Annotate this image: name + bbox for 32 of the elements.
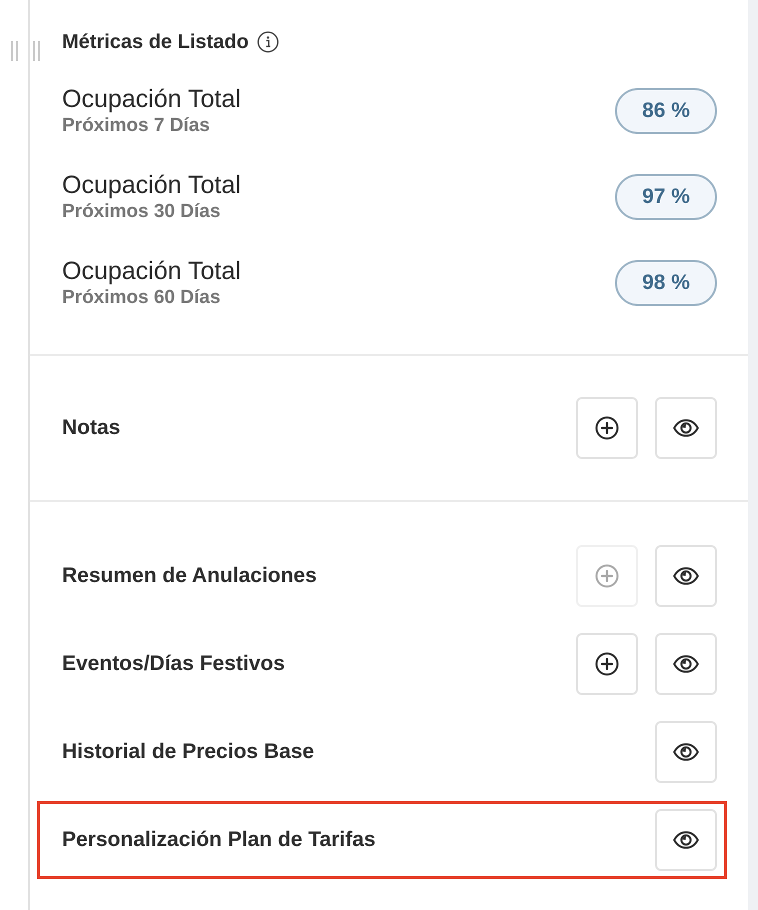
row-label: Personalización Plan de Tarifas <box>62 827 376 853</box>
metric-period: Próximos 30 Días <box>62 200 222 224</box>
plus-circle-icon <box>595 564 619 588</box>
plus-circle-icon <box>595 652 619 676</box>
metric-label: Ocupación Total <box>62 170 241 200</box>
eye-icon <box>673 655 699 673</box>
metric-period: Próximos 60 Días <box>62 286 222 310</box>
view-button[interactable] <box>655 545 717 607</box>
view-button[interactable] <box>655 809 717 871</box>
metric-label: Ocupación Total <box>62 84 241 114</box>
percentage-badge: 86 % <box>615 88 717 134</box>
row-label: Eventos/Días Festivos <box>62 651 285 677</box>
row-label: Resumen de Anulaciones <box>62 563 317 589</box>
view-button[interactable] <box>655 397 717 459</box>
eye-icon <box>673 743 699 761</box>
metric-period: Próximos 7 Días <box>62 114 211 138</box>
info-icon[interactable] <box>256 31 279 53</box>
view-button[interactable] <box>655 721 717 783</box>
plus-circle-icon <box>595 416 619 440</box>
eye-icon <box>673 567 699 585</box>
view-button[interactable] <box>655 633 717 695</box>
percentage-badge: 97 % <box>615 174 717 220</box>
percentage-badge: 98 % <box>615 260 717 306</box>
metric-label: Ocupación Total <box>62 256 241 286</box>
row-label: Historial de Precios Base <box>62 739 314 765</box>
drag-handle-icon[interactable] <box>9 40 41 62</box>
row-label: Notas <box>62 415 120 441</box>
eye-icon <box>673 419 699 437</box>
add-button[interactable] <box>576 633 638 695</box>
eye-icon <box>673 831 699 849</box>
section-title: Métricas de Listado <box>62 30 249 54</box>
add-button[interactable] <box>576 397 638 459</box>
